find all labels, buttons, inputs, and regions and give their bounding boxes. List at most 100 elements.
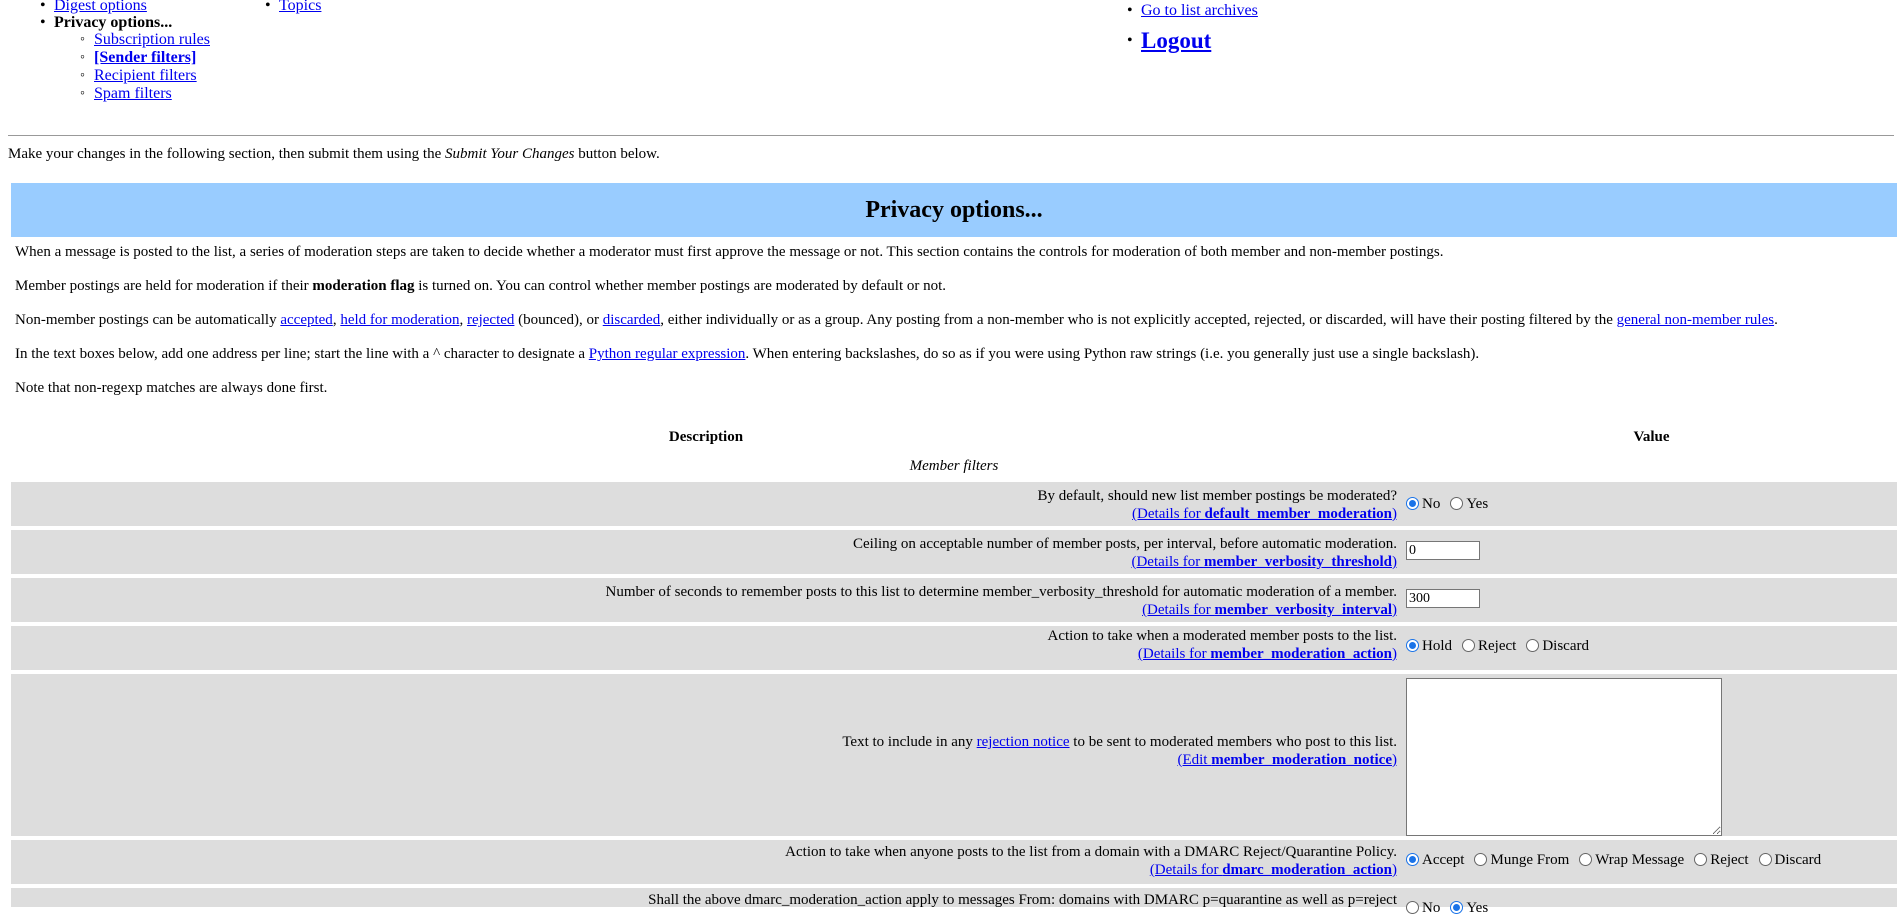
- radio-option-discard[interactable]: Discard: [1526, 638, 1589, 655]
- radio-option-accept[interactable]: Accept: [1406, 852, 1464, 869]
- radio-button[interactable]: [1758, 853, 1772, 866]
- radio-button[interactable]: [1406, 853, 1419, 866]
- radio-label: Reject: [1478, 638, 1517, 654]
- details-link[interactable]: (Details for dmarc_moderation_action): [1150, 862, 1397, 878]
- radio-button[interactable]: [1474, 853, 1488, 866]
- radio-button[interactable]: [1406, 497, 1419, 510]
- value-column-header: Value: [1633, 429, 1670, 445]
- radio-option-no[interactable]: No: [1406, 900, 1440, 917]
- sender-filters-link[interactable]: [Sender filters]: [94, 49, 196, 66]
- description-p3: Non-member postings can be automatically…: [15, 312, 1778, 328]
- admin-nav-column-a: Digest options Privacy options... Subscr…: [40, 0, 210, 103]
- details-link[interactable]: (Details for member_verbosity_interval): [1142, 602, 1397, 618]
- radio-option-yes[interactable]: Yes: [1450, 496, 1488, 513]
- rejected-link[interactable]: rejected: [467, 312, 514, 328]
- details-prefix: (Details for: [1149, 862, 1223, 878]
- radio-option-yes[interactable]: Yes: [1450, 900, 1488, 917]
- privacy-submenu-wrapper: Subscription rules [Sender filters] Reci…: [54, 31, 210, 103]
- radio-button[interactable]: [1694, 853, 1708, 866]
- edit-link[interactable]: (Edit member_moderation_notice): [1177, 752, 1397, 768]
- radio-label: No: [1422, 900, 1441, 916]
- section-header: Privacy options...: [11, 183, 1897, 237]
- radio-button[interactable]: [1462, 639, 1475, 652]
- option-description: Shall the above dmarc_moderation_action …: [648, 892, 1397, 908]
- radio-button[interactable]: [1406, 901, 1419, 914]
- option-row-member-verbosity-threshold: Ceiling on acceptable number of member p…: [11, 530, 1897, 574]
- rejection-notice-link[interactable]: rejection notice: [977, 734, 1070, 750]
- general-nonmember-rules-link[interactable]: general non-member rules: [1617, 312, 1774, 328]
- radio-label: Yes: [1466, 900, 1489, 916]
- option-label: Shall the above dmarc_moderation_action …: [11, 891, 1397, 909]
- label-after: to be sent to moderated members who post…: [1069, 734, 1397, 750]
- topics-link[interactable]: Topics: [279, 0, 321, 14]
- p3-c: , either individually or as a group. Any…: [660, 312, 1617, 328]
- accepted-link[interactable]: accepted: [280, 312, 332, 328]
- details-name: member_moderation_action: [1210, 646, 1392, 662]
- option-description: Ceiling on acceptable number of member p…: [853, 536, 1397, 552]
- python-regex-link[interactable]: Python regular expression: [589, 346, 746, 362]
- category-member-filters: Member filters: [909, 458, 999, 474]
- radio-option-reject[interactable]: Reject: [1462, 638, 1516, 655]
- intro-text-before: Make your changes in the following secti…: [8, 146, 446, 162]
- privacy-submenu: Subscription rules [Sender filters] Reci…: [80, 31, 210, 103]
- intro-text: Make your changes in the following secti…: [8, 146, 660, 163]
- moderation-notice-textarea[interactable]: [1406, 678, 1722, 836]
- radio-option-reject[interactable]: Reject: [1694, 852, 1749, 869]
- option-value: Accept Munge From Wrap Message Reject Discar…: [1406, 852, 1897, 869]
- option-label: Number of seconds to remember posts to t…: [11, 583, 1397, 619]
- discarded-link[interactable]: discarded: [603, 312, 660, 328]
- submenu-item: [Sender filters]: [80, 49, 210, 67]
- option-label: Action to take when anyone posts to the …: [11, 843, 1397, 879]
- description-column-header: Description: [668, 429, 744, 445]
- option-label: Ceiling on acceptable number of member p…: [11, 535, 1397, 571]
- radio-label: Yes: [1466, 496, 1489, 512]
- details-link[interactable]: (Details for default_member_moderation): [1132, 506, 1397, 522]
- radio-option-wrap-message[interactable]: Wrap Message: [1579, 852, 1684, 869]
- option-value: [1406, 678, 1897, 841]
- radio-label: No: [1422, 496, 1441, 512]
- p3-b: (bounced), or: [514, 312, 603, 328]
- details-prefix: (Details for: [1142, 602, 1215, 618]
- nav-item-logout: Logout: [1127, 29, 1258, 53]
- radio-option-no[interactable]: No: [1406, 496, 1440, 513]
- option-row-dmarc-quarantine: Shall the above dmarc_moderation_action …: [11, 888, 1897, 916]
- radio-option-munge-from[interactable]: Munge From: [1474, 852, 1569, 869]
- details-link[interactable]: (Details for member_verbosity_threshold): [1131, 554, 1397, 570]
- subscription-rules-link[interactable]: Subscription rules: [94, 31, 210, 48]
- list-archives-link[interactable]: Go to list archives: [1141, 2, 1258, 19]
- section-title: Privacy options...: [865, 197, 1043, 223]
- radio-button[interactable]: [1450, 497, 1464, 510]
- option-label: Text to include in any rejection notice …: [11, 733, 1397, 769]
- radio-option-discard[interactable]: Discard: [1758, 852, 1821, 869]
- details-prefix: (Details for: [1137, 646, 1211, 662]
- verbosity-threshold-input[interactable]: [1406, 541, 1480, 560]
- verbosity-interval-input[interactable]: [1406, 589, 1480, 608]
- digest-options-link[interactable]: Digest options: [54, 0, 147, 14]
- p2-before: Member postings are held for moderation …: [15, 278, 313, 294]
- radio-label: Reject: [1710, 852, 1749, 868]
- option-description: Number of seconds to remember posts to t…: [605, 584, 1397, 600]
- radio-button[interactable]: [1526, 639, 1540, 652]
- held-for-moderation-link[interactable]: held for moderation: [340, 312, 459, 328]
- submenu-item: Spam filters: [80, 85, 210, 103]
- nav-item-topics: Topics: [265, 0, 322, 15]
- details-name: member_verbosity_threshold: [1203, 554, 1392, 570]
- spam-filters-link[interactable]: Spam filters: [94, 85, 172, 102]
- radio-option-hold[interactable]: Hold: [1406, 638, 1452, 655]
- radio-label: Hold: [1422, 638, 1452, 654]
- radio-button[interactable]: [1406, 639, 1419, 652]
- option-row-member-moderation-notice: Text to include in any rejection notice …: [11, 674, 1897, 836]
- radio-button[interactable]: [1579, 853, 1593, 866]
- recipient-filters-link[interactable]: Recipient filters: [94, 67, 197, 84]
- submenu-item: Subscription rules: [80, 31, 210, 49]
- details-link[interactable]: (Details for member_moderation_action): [1138, 646, 1397, 662]
- logout-link[interactable]: Logout: [1141, 28, 1211, 53]
- option-value: [1406, 589, 1897, 608]
- option-value: No Yes: [1406, 900, 1897, 917]
- nav-item-archives: Go to list archives: [1127, 2, 1258, 20]
- option-value: No Yes: [1406, 496, 1897, 513]
- details-name: default_member_moderation: [1204, 506, 1392, 522]
- divider: [8, 135, 1894, 136]
- radio-button[interactable]: [1450, 901, 1464, 914]
- details-prefix: (Details for: [1132, 506, 1205, 522]
